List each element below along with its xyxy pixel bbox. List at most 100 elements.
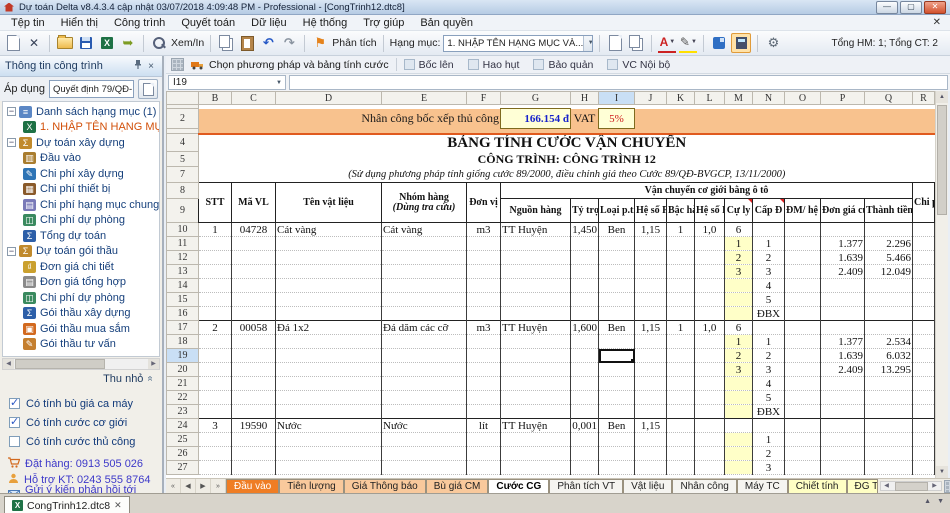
checkbox-icon[interactable] [607, 59, 618, 70]
sheet-cell[interactable] [571, 405, 599, 419]
row-header[interactable]: 12 [167, 251, 199, 265]
scrollbar-thumb[interactable] [15, 359, 105, 369]
sheet-cell[interactable]: 1,450 [571, 223, 599, 237]
sheet-cell[interactable] [571, 237, 599, 251]
sheet-cell[interactable] [785, 405, 821, 419]
sheet-cell[interactable] [571, 377, 599, 391]
checkbox-icon[interactable] [404, 59, 415, 70]
sheet-cell[interactable] [725, 307, 753, 321]
row-header[interactable]: 18 [167, 335, 199, 349]
sheet-tab[interactable]: Nhân công [672, 479, 736, 493]
sheet-cell[interactable] [199, 279, 232, 293]
sheet-cell[interactable] [913, 307, 935, 321]
column-header[interactable]: D [276, 92, 382, 105]
sheet-cell[interactable]: 1,0 [695, 321, 725, 335]
close-project-icon[interactable]: ✕ [25, 34, 43, 52]
sheet-cell[interactable]: Tên vật liệu [276, 183, 382, 223]
new-file-icon[interactable] [4, 34, 22, 52]
sheet-cell[interactable] [913, 447, 935, 461]
sheet-cell[interactable]: Nước [382, 419, 467, 433]
sheet-cell[interactable] [695, 335, 725, 349]
sheet-cell[interactable]: 2 [199, 321, 232, 335]
sheet-cell[interactable] [599, 405, 635, 419]
sheet-cell[interactable] [199, 335, 232, 349]
sheet-cell[interactable] [276, 405, 382, 419]
sheet-cell[interactable]: m3 [467, 223, 501, 237]
category-select[interactable]: 1. NHẬP TÊN HẠNG MỤC VÀ... ▼ [443, 35, 593, 52]
sheet-cell[interactable] [635, 109, 935, 129]
row-header[interactable]: 19 [167, 349, 199, 363]
sheet-cell[interactable] [667, 363, 695, 377]
sheet-cell[interactable] [785, 223, 821, 237]
column-header[interactable]: R [913, 92, 935, 105]
option-checkbox[interactable]: Có tính bù giá ca máy [9, 394, 160, 413]
sheet-cell[interactable]: Bậc hàng [667, 199, 695, 223]
sheet-cell[interactable] [199, 349, 232, 363]
sheet-cell[interactable] [501, 461, 571, 475]
menu-item[interactable]: Dữ liệu [243, 16, 295, 30]
row-header[interactable]: 16 [167, 307, 199, 321]
sheet-cell[interactable]: Nước [276, 419, 382, 433]
sheet-cell[interactable] [571, 279, 599, 293]
tree-item[interactable]: −ΣDự toán gói thầu [3, 244, 159, 260]
menu-item[interactable]: Hiển thị [53, 16, 106, 30]
sheet-cell[interactable] [785, 433, 821, 447]
sheet-cell[interactable] [785, 447, 821, 461]
sheet-cell[interactable] [913, 405, 935, 419]
sheet-cell[interactable] [913, 349, 935, 363]
sheet-cell[interactable] [913, 433, 935, 447]
sheet-cell[interactable] [785, 461, 821, 475]
sheet-cell[interactable]: 1 [199, 223, 232, 237]
copy-icon[interactable] [217, 34, 235, 52]
sheet-cell[interactable] [199, 293, 232, 307]
sheet-cell[interactable] [821, 447, 865, 461]
sheet-cell[interactable] [785, 363, 821, 377]
sheet-cell[interactable] [199, 405, 232, 419]
sheet-cell[interactable] [695, 279, 725, 293]
close-tab-icon[interactable]: ✕ [114, 500, 122, 511]
sheet-cell[interactable]: 19590 [232, 419, 276, 433]
tree-item[interactable]: ✎Gói thầu tư vấn [3, 337, 159, 353]
sheet-cell[interactable]: 2 [725, 349, 753, 363]
sheet-cell[interactable]: Cát vàng [382, 223, 467, 237]
column-header[interactable]: L [695, 92, 725, 105]
expander-icon[interactable]: − [7, 247, 16, 256]
excel-export-icon[interactable]: X [98, 34, 116, 52]
freight-checkbox[interactable]: Bảo quản [533, 59, 593, 71]
sheet-cell[interactable] [501, 307, 571, 321]
sheet-cell[interactable] [695, 405, 725, 419]
vertical-scrollbar[interactable]: ▲ ▼ [935, 91, 948, 478]
sheet-cell[interactable]: Cát vàng [276, 223, 382, 237]
sheet-cell[interactable] [667, 349, 695, 363]
row-header[interactable]: 4 [167, 134, 199, 152]
sheet-cell[interactable] [667, 335, 695, 349]
sheet-cell[interactable] [695, 307, 725, 321]
column-header[interactable]: N [753, 92, 785, 105]
sheet-cell[interactable] [785, 335, 821, 349]
sheet-cell[interactable] [667, 419, 695, 433]
calculator-icon[interactable] [731, 33, 751, 53]
sheet-cell[interactable] [382, 279, 467, 293]
sheet-cell[interactable] [467, 279, 501, 293]
sheet-cell[interactable]: 1,15 [635, 419, 667, 433]
sheet-cell[interactable]: 3 [753, 265, 785, 279]
analyze-flag-icon[interactable]: ⚑ [311, 34, 329, 52]
sheet-cell[interactable] [467, 251, 501, 265]
row-header[interactable]: 10 [167, 223, 199, 237]
sheet-cell[interactable] [913, 223, 935, 237]
sheet-cell[interactable]: 1 [667, 223, 695, 237]
sheet-cell[interactable]: TT Huyện [501, 223, 571, 237]
sheet-cell[interactable]: 0,001 [571, 419, 599, 433]
sheet-cell[interactable] [467, 447, 501, 461]
column-header[interactable]: J [635, 92, 667, 105]
sheet-cell[interactable] [725, 461, 753, 475]
sheet-cell[interactable] [382, 307, 467, 321]
sheet-cell[interactable] [635, 293, 667, 307]
sheet-cell[interactable]: 166.154 đ [501, 109, 571, 129]
sheet-cell[interactable]: 1 [667, 321, 695, 335]
checkbox-icon[interactable] [533, 59, 544, 70]
new-item-icon[interactable] [606, 34, 624, 52]
row-header[interactable]: 15 [167, 293, 199, 307]
formula-input[interactable] [289, 75, 948, 90]
sheet-cell[interactable] [199, 109, 276, 129]
